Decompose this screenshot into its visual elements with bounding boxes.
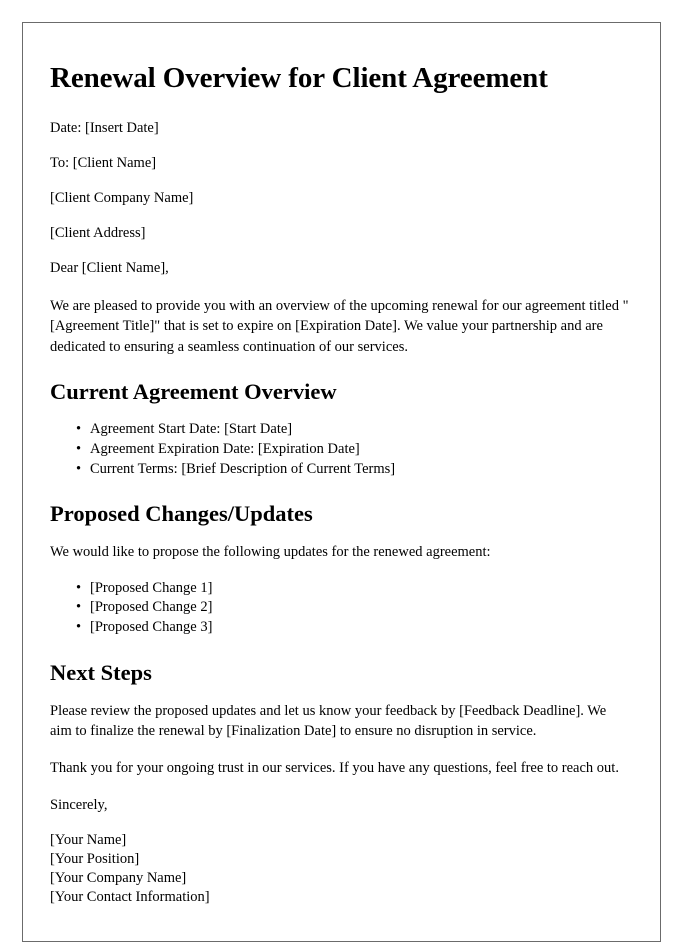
signature-company: [Your Company Name] [50,870,187,887]
next-steps-paragraph: Please review the proposed updates and l… [50,702,607,740]
list-item: [Proposed Change 3] [76,618,630,638]
client-address-line: [Client Address] [50,225,146,242]
section-heading-proposed-changes-updates: Proposed Changes/Updates [50,501,313,527]
closing-thanks-paragraph: Thank you for your ongoing trust in our … [50,759,619,776]
section-heading-current-agreement-overview: Current Agreement Overview [50,379,337,405]
document-page-frame: Renewal Overview for Client Agreement Da… [22,22,661,942]
client-company-line: [Client Company Name] [50,190,194,207]
signature-block: [Your Name] [Your Position] [Your Compan… [50,831,630,908]
section-heading-next-steps: Next Steps [50,659,152,685]
salutation: Dear [Client Name], [50,260,169,277]
list-item: Agreement Expiration Date: [Expiration D… [76,440,630,460]
signature-name: [Your Name] [50,832,127,849]
list-item: Current Terms: [Brief Description of Cur… [76,460,630,480]
current-agreement-bullet-list: Agreement Start Date: [Start Date] Agree… [50,420,630,479]
intro-paragraph: We are pleased to provide you with an ov… [50,297,629,355]
signature-contact: [Your Contact Information] [50,889,210,906]
date-line: Date: [Insert Date] [50,119,159,136]
document-body: Renewal Overview for Client Agreement Da… [50,47,630,908]
list-item: Agreement Start Date: [Start Date] [76,420,630,440]
list-item: [Proposed Change 2] [76,598,630,618]
list-item: [Proposed Change 1] [76,579,630,599]
signature-position: [Your Position] [50,851,140,868]
proposed-changes-bullet-list: [Proposed Change 1] [Proposed Change 2] … [50,579,630,638]
page-title: Renewal Overview for Client Agreement [50,62,548,94]
recipient-line: To: [Client Name] [50,155,157,172]
proposed-changes-lead-paragraph: We would like to propose the following u… [50,544,491,561]
closing-salutation: Sincerely, [50,796,108,813]
